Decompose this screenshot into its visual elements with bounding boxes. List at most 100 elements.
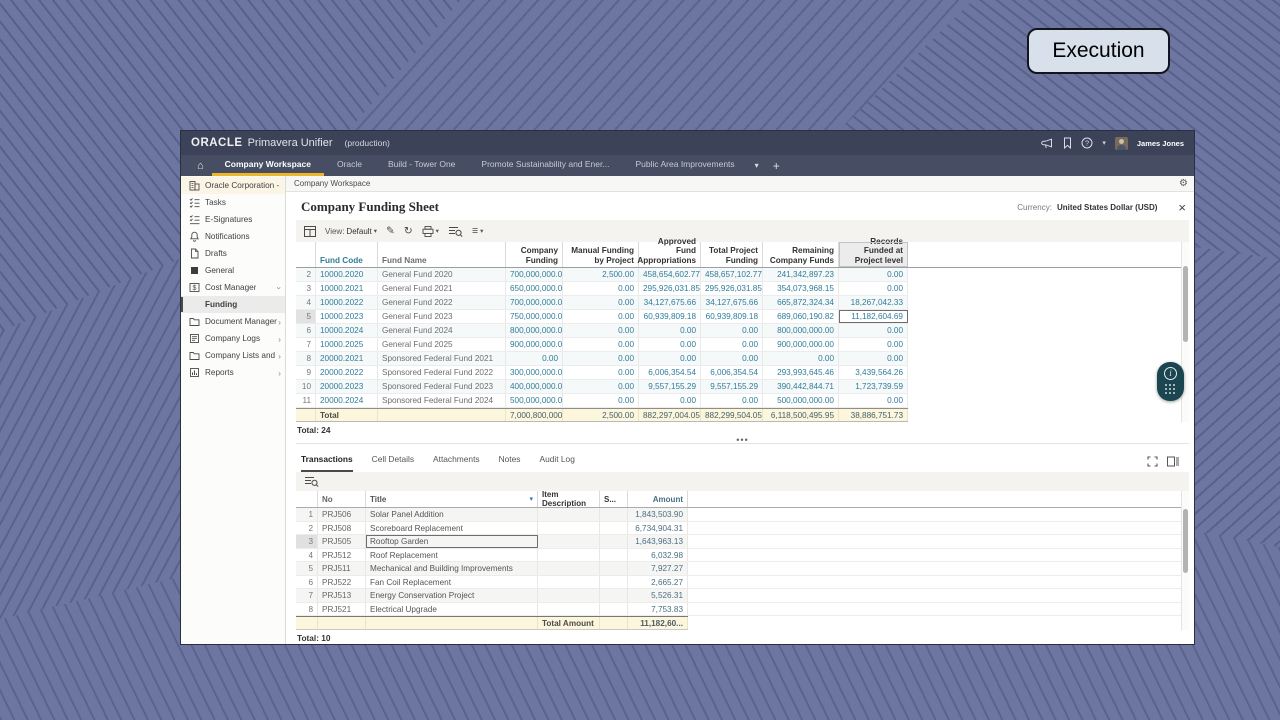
manual-funding-cell[interactable]: 0.00 [563,282,639,295]
col-item-description[interactable]: Item Description [538,490,600,508]
approved-appropriations-cell[interactable]: 34,127,675.66 [639,296,701,309]
manual-funding-cell[interactable]: 2,500.00 [563,268,639,281]
total-project-funding-cell[interactable]: 0.00 [701,324,763,337]
approved-appropriations-cell[interactable]: 0.00 [639,338,701,351]
manual-funding-cell[interactable]: 0.00 [563,352,639,365]
records-funded-cell[interactable]: 0.00 [839,268,908,281]
remaining-funds-cell[interactable]: 293,993,645.46 [763,366,839,379]
find-icon[interactable] [448,226,463,237]
tabs-overflow-icon[interactable]: ▾ [748,155,766,176]
funding-row[interactable]: 5 10000.2023 General Fund 2023 750,000,0… [296,310,908,324]
total-project-funding-cell[interactable]: 0.00 [701,394,763,407]
edit-icon[interactable]: ✎ [386,225,395,237]
user-avatar[interactable] [1114,136,1128,150]
amount-cell[interactable]: 6,032.98 [628,548,688,561]
info-icon[interactable]: i [1164,367,1177,380]
menu-icon[interactable]: ≡ ▾ [472,225,483,237]
records-funded-cell[interactable]: 3,439,564.26 [839,366,908,379]
funding-row[interactable]: 8 20000.2021 Sponsored Federal Fund 2021… [296,352,908,366]
fund-code-link[interactable]: 10000.2025 [316,338,378,351]
total-project-funding-cell[interactable]: 295,926,031.85 [701,282,763,295]
remaining-funds-cell[interactable]: 241,342,897.23 [763,268,839,281]
funding-row[interactable]: 4 10000.2022 General Fund 2022 700,000,0… [296,296,908,310]
sidebar-item-company-logs[interactable]: Company Logs › [181,330,285,347]
company-funding-cell[interactable]: 700,000,000.00 [506,296,563,309]
total-project-funding-cell[interactable]: 0.00 [701,338,763,351]
funding-row[interactable]: 10 20000.2023 Sponsored Federal Fund 202… [296,380,908,394]
tab-notes[interactable]: Notes [499,454,521,472]
total-project-funding-cell[interactable]: 458,657,102.77 [701,268,763,281]
funding-row[interactable]: 2 10000.2020 General Fund 2020 700,000,0… [296,268,908,282]
funding-row[interactable]: 7 10000.2025 General Fund 2025 900,000,0… [296,338,908,352]
sidebar-item-drafts[interactable]: Drafts [181,245,285,262]
tab-oracle[interactable]: Oracle [324,155,375,176]
company-funding-cell[interactable]: 300,000,000.00 [506,366,563,379]
home-icon[interactable]: ⌂ [189,155,212,176]
chevron-right-icon[interactable]: › [278,351,281,361]
records-funded-cell[interactable]: 11,182,604.69 [839,310,908,323]
records-funded-cell[interactable]: 0.00 [839,338,908,351]
chevron-right-icon[interactable]: › [278,334,281,344]
company-funding-cell[interactable]: 500,000,000.00 [506,394,563,407]
manual-funding-cell[interactable]: 0.00 [563,324,639,337]
transaction-row[interactable]: 2 PRJ508 Scoreboard Replacement 6,734,90… [296,521,1181,535]
total-project-funding-cell[interactable]: 9,557,155.29 [701,380,763,393]
total-project-funding-cell[interactable]: 34,127,675.66 [701,296,763,309]
grid-icon[interactable] [304,225,316,237]
col-s[interactable]: S... [600,491,628,507]
funding-row[interactable]: 3 10000.2021 General Fund 2021 650,000,0… [296,282,908,296]
print-icon[interactable]: ▾ [422,225,439,237]
transaction-row[interactable]: 4 PRJ512 Roof Replacement 6,032.98 [296,548,1181,562]
transactions-scrollbar[interactable] [1181,491,1189,630]
help-caret-icon[interactable]: ▾ [1102,139,1106,147]
transaction-row[interactable]: 5 PRJ511 Mechanical and Building Improve… [296,562,1181,576]
tab-build-tower-one[interactable]: Build - Tower One [375,155,468,176]
chevron-right-icon[interactable]: › [278,317,281,327]
total-project-funding-cell[interactable]: 0.00 [701,352,763,365]
fund-code-link[interactable]: 20000.2021 [316,352,378,365]
tab-company-workspace[interactable]: Company Workspace [211,155,324,176]
col-fund-code[interactable]: Fund Code [316,242,378,267]
approved-appropriations-cell[interactable]: 60,939,809.18 [639,310,701,323]
approved-appropriations-cell[interactable]: 9,557,155.29 [639,380,701,393]
total-project-funding-cell[interactable]: 60,939,809.18 [701,310,763,323]
fund-code-link[interactable]: 20000.2022 [316,366,378,379]
col-company-funding[interactable]: Company Funding [506,242,563,267]
close-icon[interactable]: × [1178,201,1186,214]
funding-scrollbar[interactable] [1181,242,1189,422]
approved-appropriations-cell[interactable]: 6,006,354.54 [639,366,701,379]
sidebar-item-company[interactable]: Oracle Corporation - ... [181,177,285,194]
company-funding-cell[interactable]: 400,000,000.00 [506,380,563,393]
tab-audit-log[interactable]: Audit Log [539,454,574,472]
col-amount[interactable]: Amount [628,491,688,507]
sidebar-item-funding[interactable]: Funding [181,296,285,313]
fund-code-link[interactable]: 10000.2022 [316,296,378,309]
records-funded-cell[interactable]: 1,723,739.59 [839,380,908,393]
company-funding-cell[interactable]: 700,000,000.00 [506,268,563,281]
transaction-row[interactable]: 6 PRJ522 Fan Coil Replacement 2,665.27 [296,575,1181,589]
manual-funding-cell[interactable]: 0.00 [563,380,639,393]
amount-cell[interactable]: 1,643,963.13 [628,535,688,548]
amount-cell[interactable]: 7,927.27 [628,562,688,575]
records-funded-cell[interactable]: 18,267,042.33 [839,296,908,309]
fund-code-link[interactable]: 10000.2024 [316,324,378,337]
record-title[interactable]: Rooftop Garden [366,535,538,548]
company-funding-cell[interactable]: 800,000,000.00 [506,324,563,337]
fund-code-link[interactable]: 20000.2023 [316,380,378,393]
company-funding-cell[interactable]: 0.00 [506,352,563,365]
sidebar-item-tasks[interactable]: Tasks [181,194,285,211]
fund-code-link[interactable]: 20000.2024 [316,394,378,407]
record-title[interactable]: Roof Replacement [366,548,538,561]
company-funding-cell[interactable]: 900,000,000.00 [506,338,563,351]
col-title[interactable]: Title ▾ [366,491,538,507]
sidebar-item-esignatures[interactable]: E-Signatures [181,211,285,228]
scrollbar-thumb[interactable] [1183,509,1188,573]
record-no[interactable]: PRJ506 [318,508,366,521]
record-title[interactable]: Solar Panel Addition [366,508,538,521]
tab-transactions[interactable]: Transactions [301,454,353,472]
record-no[interactable]: PRJ512 [318,548,366,561]
remaining-funds-cell[interactable]: 500,000,000.00 [763,394,839,407]
scrollbar-thumb[interactable] [1183,266,1188,342]
approved-appropriations-cell[interactable]: 0.00 [639,324,701,337]
col-total-project-funding[interactable]: Total Project Funding [701,242,763,267]
